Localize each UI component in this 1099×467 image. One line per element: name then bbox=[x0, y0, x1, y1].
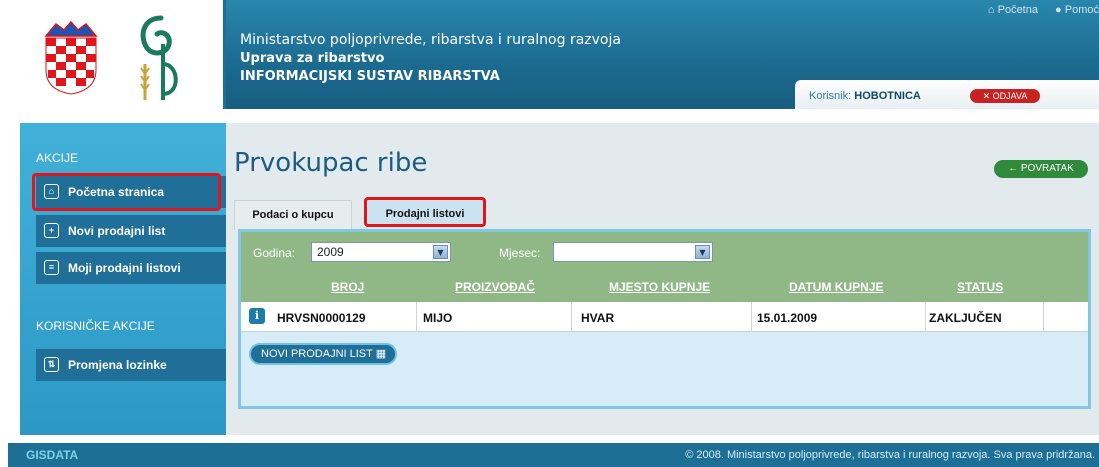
chevron-down-icon: ▼ bbox=[695, 245, 710, 259]
ministry-name: Ministarstvo poljoprivrede, ribarstva i … bbox=[240, 32, 621, 48]
back-label: POVRATAK bbox=[1020, 163, 1074, 174]
cell-proizvodac: MIJO bbox=[423, 311, 453, 325]
column-divider bbox=[571, 302, 572, 332]
logout-label: ODJAVA bbox=[992, 91, 1028, 101]
tab-buyer-data[interactable]: Podaci o kupcu bbox=[234, 200, 352, 230]
logout-button[interactable]: ✕ ODJAVA bbox=[970, 89, 1040, 103]
page-title: Prvokupac ribe bbox=[234, 148, 428, 178]
sidebar-item-label: Promjena lozinke bbox=[68, 358, 167, 372]
home-link-label: Početna bbox=[997, 4, 1038, 16]
cell-datum: 15.01.2009 bbox=[757, 311, 818, 325]
back-button[interactable]: ← POVRATAK bbox=[994, 160, 1088, 178]
help-link-label: Pomoć bbox=[1064, 4, 1099, 16]
sidebar-item-label: Moji prodajni listovi bbox=[68, 261, 181, 275]
sidebar-section-user-actions: KORISNIČKE AKCIJE bbox=[36, 319, 155, 333]
top-links: ⌂ Početna ● Pomoć bbox=[974, 4, 1099, 16]
month-select[interactable]: ▼ bbox=[553, 242, 713, 262]
highlight-home bbox=[32, 173, 221, 211]
footer: GISDATA © 2008. Ministarstvo poljoprivre… bbox=[8, 443, 1099, 467]
new-document-icon: ▦ bbox=[375, 348, 387, 360]
cell-broj: HRVSN0000129 bbox=[277, 311, 366, 325]
column-divider bbox=[925, 302, 926, 332]
month-label: Mjesec: bbox=[499, 246, 541, 260]
sales-lists-panel: Godina: 2009 ▼ Mjesec: ▼ BROJ PROIZVOĐAČ… bbox=[238, 229, 1091, 409]
table-header: BROJ PROIZVOĐAČ MJESTO KUPNJE DATUM KUPN… bbox=[241, 272, 1088, 302]
sidebar: AKCIJE ⌂ Početna stranica + Novi prodajn… bbox=[20, 123, 226, 435]
new-sales-list-label: NOVI PRODAJNI LIST bbox=[261, 348, 373, 360]
footer-brand: GISDATA bbox=[26, 448, 79, 462]
user-label: Korisnik: bbox=[809, 90, 852, 102]
year-value: 2009 bbox=[317, 245, 344, 259]
new-document-icon: + bbox=[44, 223, 59, 238]
column-mjesto-kupnje[interactable]: MJESTO KUPNJE bbox=[609, 280, 710, 294]
sidebar-item-change-password[interactable]: ⇅ Promjena lozinke bbox=[36, 349, 226, 381]
cell-status: ZAKLJUČEN bbox=[929, 311, 1002, 325]
new-sales-list-button[interactable]: NOVI PRODAJNI LIST ▦ bbox=[249, 343, 397, 365]
column-divider bbox=[416, 302, 417, 332]
help-link[interactable]: ● Pomoć bbox=[1055, 4, 1099, 16]
sidebar-section-actions: AKCIJE bbox=[36, 151, 79, 165]
year-select[interactable]: 2009 ▼ bbox=[311, 242, 451, 262]
header-titles: Ministarstvo poljoprivrede, ribarstva i … bbox=[240, 30, 621, 86]
year-label: Godina: bbox=[253, 246, 296, 260]
system-name: INFORMACIJSKI SUSTAV RIBARSTVA bbox=[240, 69, 500, 84]
main-content: Prvokupac ribe ← POVRATAK Podaci o kupcu… bbox=[226, 123, 1099, 435]
home-link[interactable]: ⌂ Početna bbox=[988, 4, 1038, 16]
column-datum-kupnje[interactable]: DATUM KUPNJE bbox=[789, 280, 883, 294]
user-bar: Korisnik: HOBOTNICA ✕ ODJAVA bbox=[795, 80, 1099, 109]
sidebar-item-new-sales-list[interactable]: + Novi prodajni list bbox=[36, 215, 226, 247]
footer-copyright: © 2008. Ministarstvo poljoprivrede, riba… bbox=[685, 449, 1095, 461]
sidebar-item-my-sales-lists[interactable]: ≡ Moji prodajni listovi bbox=[36, 252, 226, 284]
department-name: Uprava za ribarstvo bbox=[240, 51, 385, 66]
filter-bar: Godina: 2009 ▼ Mjesec: ▼ bbox=[241, 232, 1088, 272]
user-info: Korisnik: HOBOTNICA bbox=[809, 90, 921, 102]
user-name: HOBOTNICA bbox=[854, 90, 921, 102]
sidebar-item-label: Novi prodajni list bbox=[68, 224, 166, 238]
documents-icon: ≡ bbox=[44, 260, 59, 275]
cell-mjesto: HVAR bbox=[581, 311, 615, 325]
coat-of-arms-icon bbox=[44, 20, 98, 95]
column-divider bbox=[751, 302, 752, 332]
column-proizvodac[interactable]: PROIZVOĐAČ bbox=[455, 280, 535, 294]
password-icon: ⇅ bbox=[44, 357, 59, 372]
tab-sales-lists[interactable]: Prodajni listovi bbox=[364, 197, 486, 227]
table-row: i HRVSN0000129 MIJO HVAR 15.01.2009 ZAKL… bbox=[241, 302, 1088, 332]
fisheries-logo-icon bbox=[140, 15, 178, 100]
column-status[interactable]: STATUS bbox=[957, 280, 1003, 294]
chevron-down-icon: ▼ bbox=[433, 245, 448, 259]
column-broj[interactable]: BROJ bbox=[331, 280, 364, 294]
info-icon[interactable]: i bbox=[249, 308, 265, 324]
column-divider bbox=[1043, 302, 1044, 332]
logo-area bbox=[8, 0, 226, 109]
